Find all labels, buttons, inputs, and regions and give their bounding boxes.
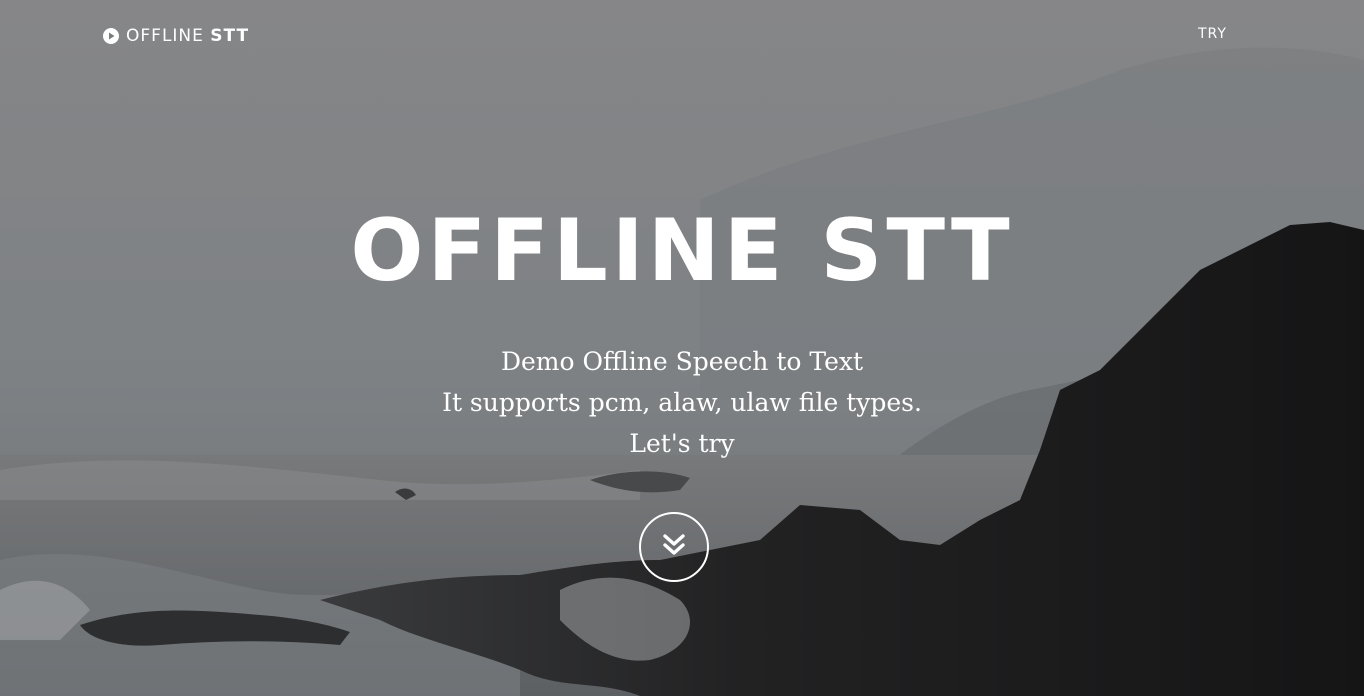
brand-bold-text: STT [210,26,250,46]
hero-subtitle-line-1: Demo Offline Speech to Text [500,347,864,376]
play-circle-icon [103,28,119,44]
hero-title: OFFLINE STT [350,201,1014,301]
double-chevron-down-icon [661,532,687,562]
hero-section: OFFLINE STT Demo Offline Speech to Text … [0,0,1364,696]
scroll-down-button[interactable] [639,512,709,582]
brand-text: OFFLINE STT [126,26,249,46]
brand-logo-link[interactable]: OFFLINE STT [103,24,249,48]
top-navbar: OFFLINE STT TRY [0,0,1364,70]
hero-subtitle-line-3: Let's try [629,429,735,458]
brand-light-text: OFFLINE [126,26,204,46]
hero-subtitle-line-2: It supports pcm, alaw, ulaw file types. [442,388,922,417]
nav-link-try[interactable]: TRY [1198,26,1227,42]
hero-subtitle: Demo Offline Speech to Text It supports … [0,341,1364,464]
